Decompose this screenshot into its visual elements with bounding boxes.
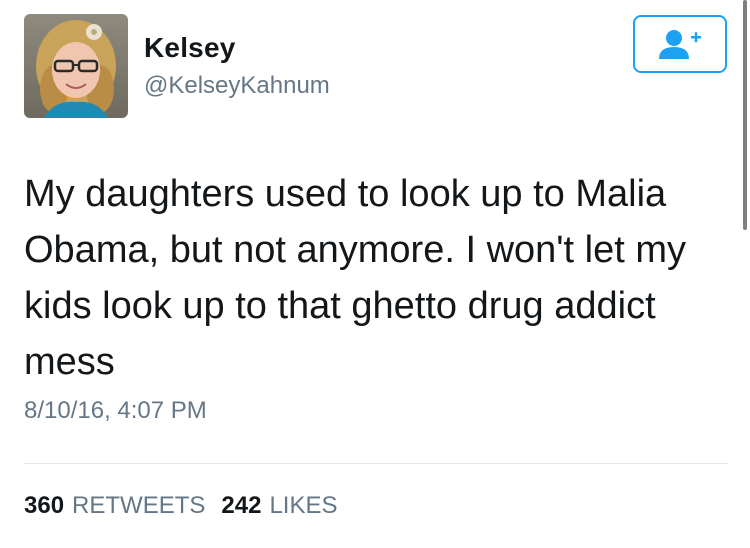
retweets-count: 360 <box>24 492 65 519</box>
follow-user-icon <box>659 30 701 59</box>
tweet-text: My daughters used to look up to Malia Ob… <box>24 173 686 383</box>
likes-count: 242 <box>221 492 262 519</box>
divider <box>24 463 728 464</box>
retweets-stat[interactable]: 360 RETWEETS <box>24 492 205 520</box>
tweet-stats: 360 RETWEETS 242 LIKES <box>24 492 353 520</box>
likes-label: LIKES <box>269 492 338 519</box>
follow-button[interactable] <box>633 15 727 73</box>
tweet-detail: Kelsey @KelseyKahnum My daughters used t… <box>0 0 750 548</box>
avatar-image <box>24 14 128 118</box>
scrollbar[interactable] <box>743 0 747 230</box>
tweet-timestamp: 8/10/16, 4:07 PM <box>24 397 207 424</box>
user-name[interactable]: Kelsey <box>144 32 236 64</box>
likes-stat[interactable]: 242 LIKES <box>221 492 337 520</box>
user-handle[interactable]: @KelseyKahnum <box>144 72 330 100</box>
avatar[interactable] <box>24 14 128 118</box>
retweets-label: RETWEETS <box>72 492 206 519</box>
